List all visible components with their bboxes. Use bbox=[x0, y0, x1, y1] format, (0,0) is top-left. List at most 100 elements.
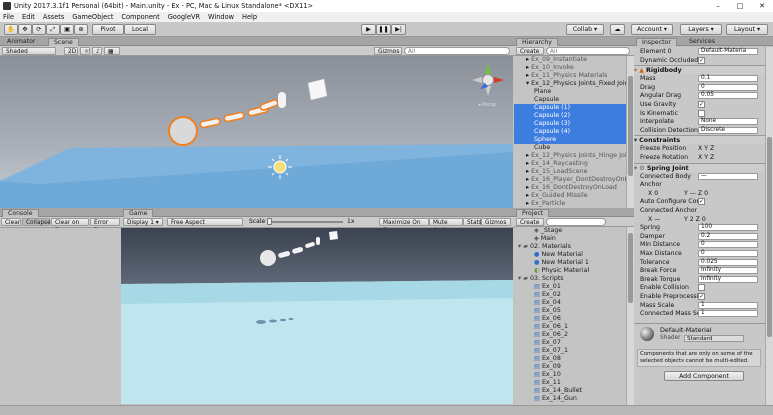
mode-2d-toggle[interactable]: 2D bbox=[64, 47, 78, 55]
project-folder[interactable]: ▾ ▰ 03. Scripts bbox=[514, 275, 626, 283]
property-value-field[interactable]: 0.05 bbox=[698, 92, 758, 100]
hierarchy-item[interactable]: Capsule (4) bbox=[514, 128, 626, 136]
orientation-gizmo[interactable] bbox=[472, 64, 504, 96]
project-asset[interactable]: ▤ Ex_10 bbox=[514, 371, 626, 379]
game-viewport[interactable] bbox=[121, 228, 513, 404]
scale-slider-thumb[interactable] bbox=[267, 218, 272, 225]
project-scrollbar[interactable] bbox=[626, 227, 634, 405]
stats-toggle[interactable]: Stats bbox=[463, 218, 482, 226]
property-checkbox[interactable]: ✓ bbox=[698, 101, 705, 108]
hierarchy-item[interactable]: Capsule (1) bbox=[514, 104, 626, 112]
hand-tool-icon[interactable]: ✋ bbox=[4, 24, 18, 35]
hierarchy-create-button[interactable]: Create ▾ bbox=[516, 47, 544, 63]
project-folder[interactable]: ▾ ▰ 02. Materials bbox=[514, 243, 626, 251]
hierarchy-item[interactable]: Plane bbox=[514, 88, 626, 96]
rotate-tool-icon[interactable]: ⟳ bbox=[32, 24, 46, 35]
hierarchy-scrollbar[interactable] bbox=[626, 56, 634, 208]
project-create-button[interactable]: Create ▾ bbox=[516, 218, 544, 234]
local-toggle[interactable]: Local bbox=[124, 24, 156, 35]
menu-window[interactable]: Window bbox=[208, 13, 234, 21]
audio-toggle-icon[interactable]: ♪ bbox=[92, 47, 102, 55]
scale-tool-icon[interactable]: ⤢ bbox=[46, 24, 60, 35]
scene-search-input[interactable]: All bbox=[404, 47, 510, 55]
console-collapse-button[interactable]: Collapse bbox=[22, 218, 51, 226]
project-scrollbar-thumb[interactable] bbox=[628, 233, 633, 303]
property-checkbox[interactable] bbox=[698, 284, 705, 292]
account-button[interactable]: Account ▾ bbox=[631, 24, 673, 35]
cube-object[interactable] bbox=[307, 78, 328, 101]
scale-slider[interactable] bbox=[267, 221, 343, 223]
hierarchy-item[interactable]: ▸ Ex_Particle bbox=[514, 200, 626, 208]
project-asset[interactable]: ◈ Main bbox=[514, 235, 626, 243]
project-asset[interactable]: ▤ Ex_02 bbox=[514, 291, 626, 299]
menu-edit[interactable]: Edit bbox=[22, 13, 35, 21]
persp-label[interactable]: ◂ Persp bbox=[478, 102, 496, 108]
maximize-button[interactable]: □ bbox=[729, 0, 751, 12]
project-search-input[interactable] bbox=[546, 218, 606, 226]
sphere-object[interactable] bbox=[168, 116, 198, 146]
project-asset[interactable]: ▤ Ex_09 bbox=[514, 363, 626, 371]
hierarchy-item[interactable]: ▸ Ex_16_Player_DontDestroyOnLo bbox=[514, 176, 626, 184]
property-value-field[interactable]: — bbox=[698, 172, 758, 180]
property-value-field[interactable]: 0.025 bbox=[698, 258, 758, 266]
project-asset[interactable]: ▤ Ex_06_2 bbox=[514, 331, 626, 339]
vector-field[interactable]: Y — Z 0 bbox=[684, 190, 708, 198]
property-value-field[interactable]: Discrete bbox=[698, 126, 758, 134]
project-asset[interactable]: ▤ Ex_06_1 bbox=[514, 323, 626, 331]
menu-file[interactable]: File bbox=[3, 13, 14, 21]
property-checkbox[interactable]: ✓ bbox=[698, 198, 705, 206]
shading-dropdown[interactable]: Shaded bbox=[2, 47, 56, 55]
property-value-field[interactable]: 0 bbox=[698, 241, 758, 249]
console-error-pause-button[interactable]: Error Paus bbox=[90, 218, 120, 234]
console-log-area[interactable] bbox=[0, 228, 121, 404]
project-asset[interactable]: ▤ Ex_05 bbox=[514, 307, 626, 315]
project-asset[interactable]: ● New Material 1 bbox=[514, 259, 626, 267]
aspect-dropdown[interactable]: Free Aspect bbox=[167, 218, 243, 226]
property-value-field[interactable]: 0.1 bbox=[698, 75, 758, 83]
effects-dropdown-icon[interactable]: ▦ bbox=[104, 47, 120, 55]
property-value-field[interactable]: Infinity bbox=[698, 275, 758, 283]
project-asset[interactable]: ● New Material bbox=[514, 251, 626, 259]
property-value-field[interactable]: 0 bbox=[698, 250, 758, 257]
hierarchy-item[interactable]: ▸ Ex_12_Physics Joints_Hinge Joint bbox=[514, 152, 626, 160]
layers-button[interactable]: Layers ▾ bbox=[680, 24, 722, 35]
project-asset[interactable]: ▤ Ex_04 bbox=[514, 299, 626, 307]
hierarchy-item[interactable]: ▸ Ex_Guided Missile bbox=[514, 192, 626, 200]
add-component-button[interactable]: Add Component bbox=[664, 370, 744, 381]
tab-game[interactable]: Game bbox=[123, 209, 154, 217]
hierarchy-item[interactable]: Capsule (2) bbox=[514, 112, 626, 120]
property-checkbox[interactable]: ✓ bbox=[698, 293, 705, 300]
menu-gameobject[interactable]: GameObject bbox=[72, 13, 113, 21]
hierarchy-item[interactable]: ▸ Ex_15_LoadScene bbox=[514, 168, 626, 176]
hierarchy-item[interactable]: Capsule (3) bbox=[514, 120, 626, 128]
hierarchy-item[interactable]: Sphere bbox=[514, 136, 626, 144]
hierarchy-item[interactable]: ▾ Ex_12_Physics Joints_Fixed Joint bbox=[514, 80, 626, 88]
project-asset[interactable]: ▤ Ex_14_Gun bbox=[514, 395, 626, 403]
property-value-field[interactable]: 1 bbox=[698, 310, 758, 318]
property-value-field[interactable]: 100 bbox=[698, 224, 758, 232]
inspector-scrollbar[interactable] bbox=[765, 47, 773, 405]
menu-googlevr[interactable]: GoogleVR bbox=[168, 13, 200, 21]
property-value[interactable]: X Y Z bbox=[698, 154, 714, 162]
tab-scene[interactable]: Scene bbox=[48, 38, 79, 46]
material-block[interactable]: Default-Material Shader Standard bbox=[634, 322, 765, 345]
project-asset[interactable]: ◈ _Stage bbox=[514, 227, 626, 235]
property-value[interactable]: X Y Z bbox=[698, 145, 714, 153]
transform-tool-icon[interactable]: ⊕ bbox=[74, 24, 88, 35]
capsule-2[interactable] bbox=[223, 111, 245, 123]
maximize-on-play-toggle[interactable]: Maximize On Play bbox=[379, 218, 429, 234]
lighting-toggle-icon[interactable]: ☼ bbox=[80, 47, 90, 55]
hierarchy-item[interactable]: Cube bbox=[514, 144, 626, 152]
property-value-field[interactable]: 1 bbox=[698, 301, 758, 309]
property-checkbox[interactable]: ✓ bbox=[698, 56, 705, 64]
capsule-1[interactable] bbox=[199, 117, 221, 129]
tab-console[interactable]: Console bbox=[2, 209, 39, 217]
shader-dropdown[interactable]: Standard bbox=[684, 334, 744, 342]
project-asset[interactable]: ▤ Ex_07_1 bbox=[514, 347, 626, 355]
game-gizmos-dropdown[interactable]: Gizmos ▾ bbox=[481, 218, 511, 234]
pivot-toggle[interactable]: Pivot bbox=[92, 24, 124, 35]
hierarchy-item[interactable]: ▸ Ex_09_Instantiate bbox=[514, 56, 626, 64]
layout-button[interactable]: Layout ▾ bbox=[726, 24, 768, 35]
property-checkbox[interactable] bbox=[698, 109, 705, 117]
hierarchy-item[interactable]: ▸ Ex_11_Physics Materials bbox=[514, 72, 626, 80]
